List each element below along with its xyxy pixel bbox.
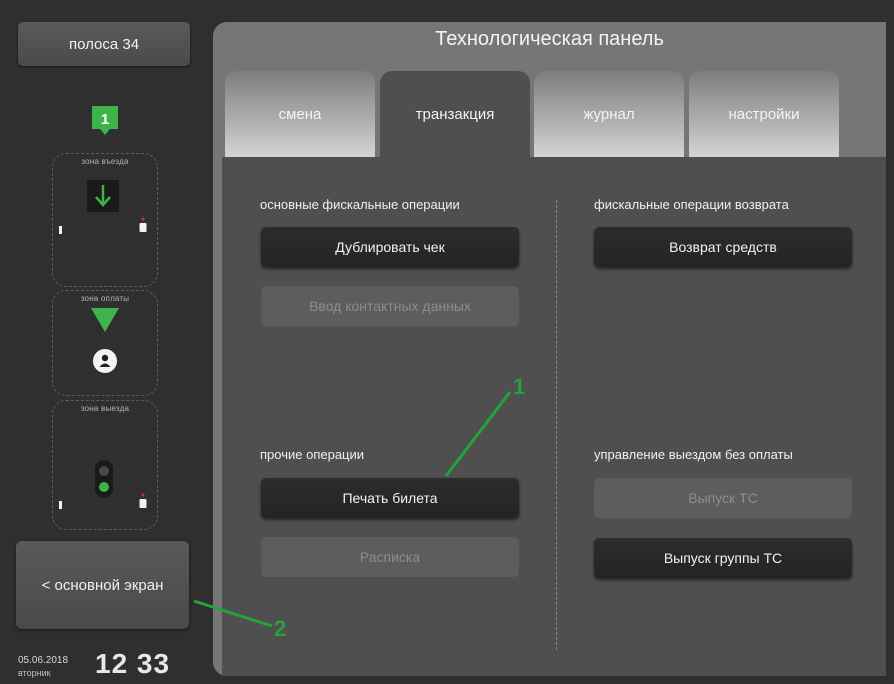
annotation-1: 1 — [513, 374, 526, 399]
annotation-2: 2 — [274, 616, 287, 641]
annotation-lines — [193, 391, 512, 628]
